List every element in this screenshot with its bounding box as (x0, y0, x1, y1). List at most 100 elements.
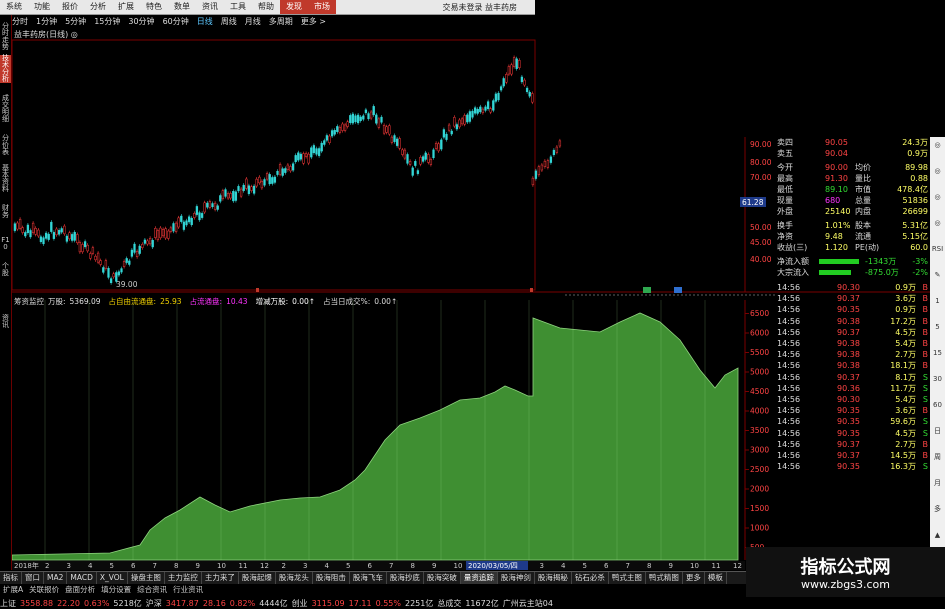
period-intraday[interactable]: 分时 (12, 16, 28, 27)
candle-body (195, 206, 199, 215)
indicator-tab[interactable]: MACD (67, 572, 97, 584)
indicator-tab[interactable]: 主力监控 (165, 572, 202, 584)
menu-extend[interactable]: 扩展 (112, 0, 140, 14)
right-tool-item[interactable]: ✎ (930, 271, 945, 279)
indicator-tab[interactable]: MA2 (44, 572, 68, 584)
indicator-tab[interactable]: 窗口 (22, 572, 44, 584)
left-tab-f10[interactable]: F10 (0, 237, 11, 251)
indicator-tab[interactable]: 量资追踪 (460, 572, 498, 584)
period-30min[interactable]: 30分钟 (128, 16, 154, 27)
menu-analysis[interactable]: 分析 (84, 0, 112, 14)
indicator-tab[interactable]: 股海飞车 (350, 572, 387, 584)
left-tab-intraday[interactable]: 分时走势 (0, 23, 11, 51)
right-tool-item[interactable]: 1 (930, 297, 945, 305)
indicator-name[interactable]: 筹资监控 (14, 296, 44, 307)
x-axis-strip (12, 561, 745, 570)
indicator-tab[interactable]: 操盘主图 (128, 572, 165, 584)
indicator-tab[interactable]: 鸭式主图 (609, 572, 646, 584)
right-tool-item[interactable]: 30 (930, 375, 945, 383)
period-5min[interactable]: 5分钟 (65, 16, 86, 27)
menu-function[interactable]: 功能 (28, 0, 56, 14)
menu-quote[interactable]: 报价 (56, 0, 84, 14)
left-tab-profile[interactable]: 基本资料 (0, 165, 11, 193)
extend-tab[interactable]: 盘面分析 (62, 584, 98, 595)
indicator-tab[interactable]: 更多 (683, 572, 705, 584)
right-tool-item[interactable]: 月 (930, 479, 945, 487)
right-tool-item[interactable]: RSI (930, 245, 945, 253)
right-tool-item[interactable]: 60 (930, 401, 945, 409)
right-tool-item[interactable]: ◎ (930, 141, 945, 149)
indicator-tab[interactable]: 鸭式精图 (646, 572, 683, 584)
tick-volume: 2.7万 (895, 439, 916, 449)
period-more[interactable]: 更多 > (301, 16, 326, 27)
menu-data[interactable]: 数单 (168, 0, 196, 14)
indicator-tab[interactable]: 股海龙头 (276, 572, 313, 584)
indicator-value: 0.00↑ (374, 296, 398, 306)
period-daily[interactable]: 日线 (197, 16, 213, 27)
menu-help[interactable]: 帮助 (252, 0, 280, 14)
left-tab-price-table[interactable]: 分价表 (0, 135, 11, 156)
right-tool-item[interactable]: ◎ (930, 167, 945, 175)
indicator-tab[interactable]: X_VOL (97, 572, 128, 584)
period-1min[interactable]: 1分钟 (36, 16, 57, 27)
menu-info[interactable]: 资讯 (196, 0, 224, 14)
candle-body (47, 233, 50, 240)
status-item: 广州云主站04 (502, 598, 553, 608)
extend-tab[interactable]: 填分设置 (98, 584, 134, 595)
period-monthly[interactable]: 月线 (245, 16, 261, 27)
indicator-tab[interactable]: 股海抄底 (387, 572, 424, 584)
indicator-tab[interactable]: 主力来了 (202, 572, 239, 584)
period-multi[interactable]: 多周期 (269, 16, 293, 27)
period-60min[interactable]: 60分钟 (163, 16, 189, 27)
candle-body (403, 149, 407, 159)
indicator-tab[interactable]: 指标 (0, 572, 22, 584)
left-tab-stock[interactable]: 个股 (0, 263, 11, 277)
candle-body (362, 115, 365, 120)
quote-value-2: 5.31亿 (902, 221, 928, 230)
left-tab-finance[interactable]: 财务 (0, 205, 11, 219)
candle-body (138, 245, 141, 254)
quote-label: 今开 (777, 163, 793, 172)
indicator-tab[interactable]: 股海神剑 (498, 572, 535, 584)
tick-price: 90.35 (837, 462, 860, 472)
flow-row: 净流入额 -1343万 -3% (775, 256, 930, 267)
period-weekly[interactable]: 周线 (221, 16, 237, 27)
right-tool-item[interactable]: 日 (930, 427, 945, 435)
indicator-tab[interactable]: 股海揭秘 (535, 572, 572, 584)
extend-tab[interactable]: 综合资讯 (134, 584, 170, 595)
candle-body (177, 217, 180, 228)
price-tick-label: 70.00 (750, 173, 772, 182)
indicator-tab[interactable]: 股海突破 (424, 572, 461, 584)
menu-discover[interactable]: 发现 (280, 0, 308, 14)
candle-body (221, 190, 225, 200)
login-status[interactable]: 交易未登录 益丰药房 (442, 2, 535, 13)
left-tab-trades[interactable]: 成交明细 (0, 95, 11, 123)
right-tool-item[interactable]: 多 (930, 505, 945, 513)
menu-system[interactable]: 系统 (0, 0, 28, 14)
left-tab-news[interactable]: 资讯 (0, 315, 11, 329)
right-tool-item[interactable]: 5 (930, 323, 945, 331)
tick-price: 90.37 (837, 451, 860, 460)
candle-body (333, 130, 336, 135)
menu-feature[interactable]: 特色 (140, 0, 168, 14)
signal-marker-blue (674, 287, 682, 293)
extend-tab[interactable]: 行业资讯 (170, 584, 206, 595)
menu-market[interactable]: 市场 (308, 0, 336, 14)
right-tool-item[interactable]: ◎ (930, 219, 945, 227)
extend-tab[interactable]: 关联报价 (26, 584, 62, 595)
right-tool-item[interactable]: 周 (930, 453, 945, 461)
left-tab-technical[interactable]: 技术分析 (0, 55, 11, 83)
indicator-tab[interactable]: 股海阻击 (313, 572, 350, 584)
quote-value: 9.48 (825, 232, 843, 241)
right-tool-item[interactable]: ◎ (930, 193, 945, 201)
right-tool-item[interactable]: 15 (930, 349, 945, 357)
right-tool-item[interactable]: ▲ (930, 531, 945, 539)
watermark-url: www.zbgs3.com (801, 578, 890, 591)
menu-tools[interactable]: 工具 (224, 0, 252, 14)
extend-tab[interactable]: 扩展A (0, 584, 26, 595)
indicator-tab[interactable]: 模板 (705, 572, 727, 584)
candle-body (502, 78, 505, 87)
indicator-tab[interactable]: 钻石必杀 (572, 572, 609, 584)
indicator-tab[interactable]: 股海起爆 (239, 572, 276, 584)
period-15min[interactable]: 15分钟 (94, 16, 120, 27)
